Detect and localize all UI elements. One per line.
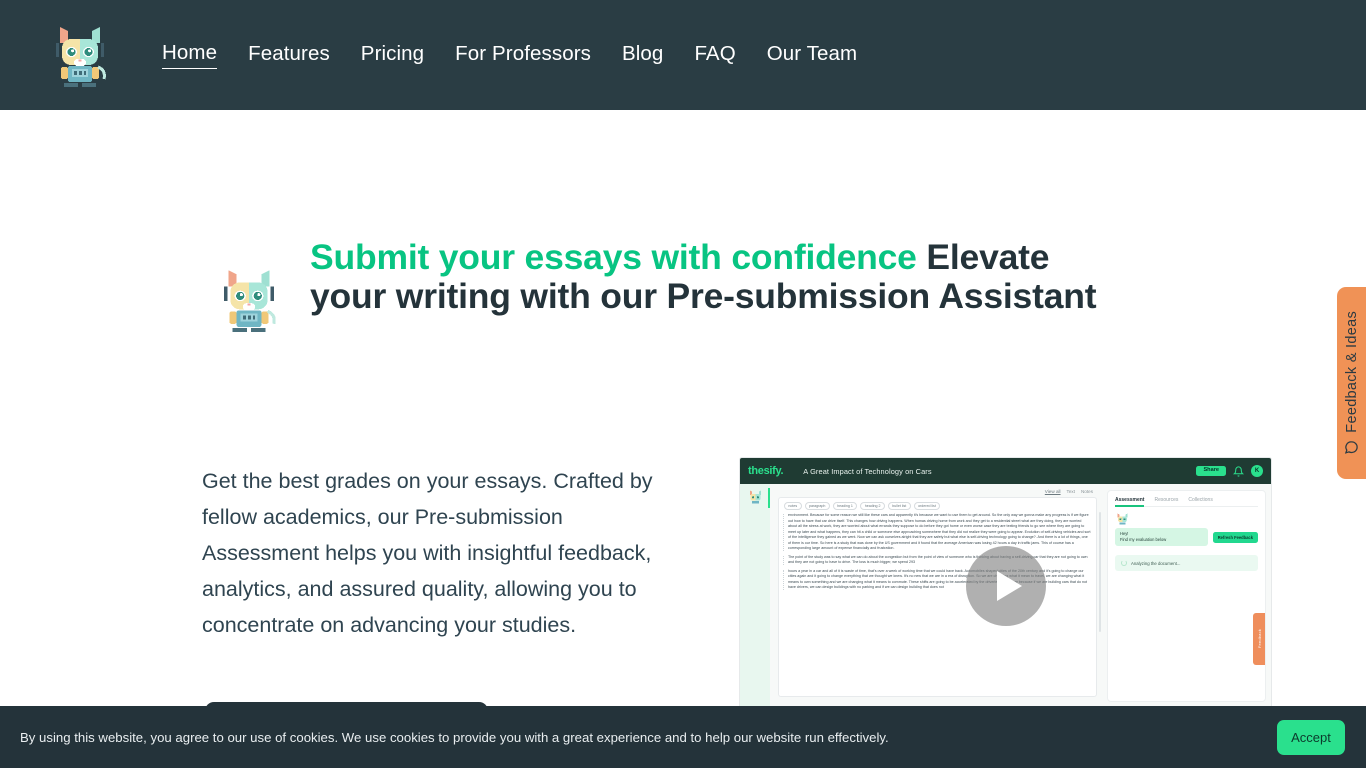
nav-item-faq[interactable]: FAQ — [694, 42, 735, 69]
document-scrollbar[interactable] — [1099, 512, 1101, 632]
app-document-title: A Great Impact of Technology on Cars — [803, 466, 932, 476]
app-logo: thesify. — [748, 465, 784, 477]
app-share-button[interactable]: Share — [1196, 465, 1226, 477]
nav-item-our-team[interactable]: Our Team — [767, 42, 857, 69]
tab-resources[interactable]: Resources — [1154, 497, 1178, 503]
cookie-consent-bar: By using this website, you agree to our … — [0, 706, 1366, 768]
feedback-and-ideas-tab[interactable]: Feedback & Ideas — [1337, 287, 1366, 479]
robot-cat-logo-icon — [56, 27, 106, 87]
app-sidebar — [740, 484, 770, 714]
site-logo[interactable] — [45, 17, 115, 93]
nav-item-pricing[interactable]: Pricing — [361, 42, 424, 69]
document-paragraph: environment. Because for some reason we … — [783, 513, 1091, 552]
assistant-message-bubble: Hey! Find my evaluation below — [1115, 528, 1208, 546]
nav-item-blog[interactable]: Blog — [622, 42, 663, 69]
assessment-tabs: Assessment Resources Collections — [1115, 497, 1258, 507]
play-button[interactable] — [965, 546, 1046, 626]
assessment-panel: Assessment Resources Collections Hey! Fi… — [1107, 490, 1266, 702]
chip-bullet-list[interactable]: bullet list — [887, 502, 911, 511]
app-feedback-tab-label: Feedback — [1256, 629, 1262, 649]
hero-mascot-icon — [218, 260, 284, 343]
block-type-chips: notes paragraph heading 1 heading 2 bull… — [784, 502, 1091, 511]
nav-item-home[interactable]: Home — [162, 41, 218, 69]
view-all-link[interactable]: View all — [1045, 489, 1061, 494]
chip-notes[interactable]: notes — [784, 502, 802, 511]
document-paragraph: The point of the study was to say what w… — [783, 555, 1091, 566]
document-column: View all Text Notes notes paragraph head… — [770, 484, 1103, 714]
app-feedback-tab[interactable]: Feedback — [1253, 613, 1265, 665]
loading-spinner-icon — [1121, 560, 1127, 566]
analyzing-status: Analyzing the document... — [1115, 555, 1258, 571]
speech-bubble-icon — [1344, 441, 1358, 455]
sidebar-robot-cat-icon[interactable] — [747, 490, 764, 504]
hero-body-text: Get the best grades on your essays. Craf… — [202, 469, 653, 637]
page-title-accent: Submit your essays with confidence — [310, 237, 917, 277]
hero-heading-block: Submit your essays with confidence Eleva… — [218, 238, 1118, 343]
bell-icon[interactable] — [1233, 465, 1244, 477]
app-topbar: thesify. A Great Impact of Technology on… — [740, 458, 1271, 484]
notes-toggle[interactable]: Notes — [1081, 489, 1093, 494]
document-toolbar: View all Text Notes — [778, 489, 1097, 494]
document-panel[interactable]: notes paragraph heading 1 heading 2 bull… — [778, 497, 1097, 697]
play-icon — [996, 571, 1022, 601]
robot-cat-hero-icon — [224, 270, 276, 333]
product-video-preview[interactable]: thesify. A Great Impact of Technology on… — [740, 458, 1271, 714]
assistant-robot-cat-icon — [1117, 513, 1128, 525]
analyzing-label: Analyzing the document... — [1131, 560, 1181, 566]
page-title: Submit your essays with confidence Eleva… — [310, 238, 1110, 315]
site-header: Home Features Pricing For Professors Blo… — [0, 0, 1366, 110]
main-nav: Home Features Pricing For Professors Blo… — [162, 41, 857, 69]
landing-page: Home Features Pricing For Professors Blo… — [0, 0, 1366, 768]
app-topbar-actions: Share K — [1196, 465, 1263, 477]
assistant-message-row: Hey! Find my evaluation below Refresh Fe… — [1115, 528, 1258, 546]
tab-assessment[interactable]: Assessment — [1115, 497, 1145, 507]
text-toggle[interactable]: Text — [1067, 489, 1075, 494]
nav-item-for-professors[interactable]: For Professors — [455, 42, 591, 69]
chip-heading-2[interactable]: heading 2 — [860, 502, 885, 511]
chip-ordered-list[interactable]: ordered list — [913, 502, 941, 511]
assistant-row — [1115, 513, 1258, 525]
chip-heading-1[interactable]: heading 1 — [832, 502, 858, 511]
nav-item-features[interactable]: Features — [248, 42, 330, 69]
assistant-subtext: Find my evaluation below — [1120, 537, 1167, 542]
refresh-feedback-button[interactable]: Refresh Feedback — [1212, 531, 1258, 543]
feedback-and-ideas-label: Feedback & Ideas — [1343, 310, 1360, 433]
avatar[interactable]: K — [1251, 465, 1263, 477]
chip-paragraph[interactable]: paragraph — [804, 502, 830, 511]
tab-collections[interactable]: Collections — [1188, 497, 1212, 503]
cookie-consent-text: By using this website, you agree to our … — [20, 729, 889, 745]
assessment-column: Assessment Resources Collections Hey! Fi… — [1103, 484, 1271, 714]
cookie-accept-button[interactable]: Accept — [1277, 719, 1345, 755]
